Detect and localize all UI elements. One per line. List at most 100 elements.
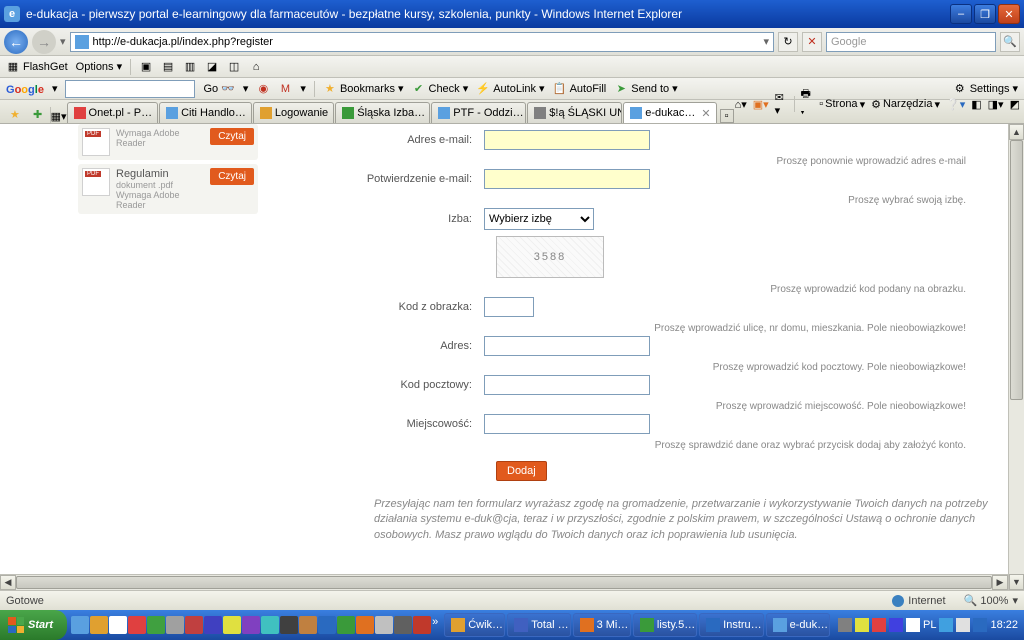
tool-x3-icon[interactable]: ◩	[1010, 98, 1020, 111]
add-favorites-icon[interactable]: ✚	[29, 105, 47, 123]
tray-bluetooth-icon[interactable]	[973, 618, 987, 632]
ql-icon[interactable]	[413, 616, 431, 634]
tray-clock[interactable]: 18:22	[990, 619, 1018, 631]
check-button[interactable]: ✔Check ▾	[412, 82, 469, 96]
refresh-button[interactable]: ↻	[778, 32, 798, 52]
taskbar-task[interactable]: 3 Mi…	[573, 613, 631, 637]
email-field[interactable]	[484, 130, 650, 150]
tab-edukacja[interactable]: e-dukac…✕	[623, 102, 716, 123]
ql-icon[interactable]	[242, 616, 260, 634]
ql-icon[interactable]	[318, 616, 336, 634]
ql-icon[interactable]	[394, 616, 412, 634]
flashget-button[interactable]: ▦FlashGet	[6, 60, 68, 74]
tray-lang[interactable]: PL	[923, 619, 936, 631]
address-field[interactable]	[484, 336, 650, 356]
gb-icon-1[interactable]: ▾	[243, 82, 249, 95]
fg-icon-1[interactable]: ▣	[139, 60, 153, 74]
back-button[interactable]: ←	[4, 30, 28, 54]
ql-icon[interactable]	[166, 616, 184, 634]
scroll-up-icon[interactable]: ▲	[1009, 124, 1024, 140]
tool-page[interactable]: ▫ Strona ▾	[819, 98, 865, 111]
minimize-button[interactable]: –	[950, 4, 972, 24]
scroll-thumb[interactable]	[1010, 140, 1023, 400]
search-box[interactable]: Google	[826, 32, 996, 52]
scroll-down-icon[interactable]: ▼	[1009, 574, 1024, 590]
tab-slaski-uni[interactable]: $!ą ŚLĄSKI UNI…	[527, 102, 622, 123]
ql-more-icon[interactable]: »	[432, 616, 438, 634]
tray-icon[interactable]	[889, 618, 903, 632]
fg-icon-5[interactable]: ◫	[227, 60, 241, 74]
read-button[interactable]: Czytaj	[210, 128, 254, 145]
scroll-right-icon[interactable]: ▶	[992, 575, 1008, 590]
ql-icon[interactable]	[71, 616, 89, 634]
scroll-thumb[interactable]	[16, 576, 992, 589]
scroll-left-icon[interactable]: ◀	[0, 575, 16, 590]
izba-select[interactable]: Wybierz izbę	[484, 208, 594, 230]
taskbar-task[interactable]: Ćwik…	[444, 613, 505, 637]
taskbar-task[interactable]: e-duk…	[766, 613, 830, 637]
tool-tools[interactable]: ⚙ Narzędzia ▾	[871, 98, 940, 111]
gb-icon-3[interactable]: ▾	[300, 82, 306, 95]
gb-icon-2[interactable]: ◉	[256, 82, 270, 96]
read-button[interactable]: Czytaj	[210, 168, 254, 185]
ql-icon[interactable]	[109, 616, 127, 634]
maximize-button[interactable]: ❐	[974, 4, 996, 24]
tray-icon[interactable]	[939, 618, 953, 632]
tab-logowanie[interactable]: Logowanie	[253, 102, 334, 123]
tray-icon[interactable]	[872, 618, 886, 632]
submit-button[interactable]: Dodaj	[496, 461, 547, 481]
tool-help-icon[interactable]: ❔▾	[946, 98, 965, 111]
vertical-scrollbar[interactable]: ▲ ▼	[1008, 124, 1024, 590]
ql-icon[interactable]	[90, 616, 108, 634]
ql-icon[interactable]	[147, 616, 165, 634]
ql-icon[interactable]	[128, 616, 146, 634]
favorites-star-icon[interactable]: ★	[6, 105, 24, 123]
tab-citi[interactable]: Citi Handlo…	[159, 102, 252, 123]
ql-icon[interactable]	[185, 616, 203, 634]
start-button[interactable]: Start	[0, 610, 67, 640]
address-input[interactable]	[93, 36, 764, 48]
ql-icon[interactable]	[204, 616, 222, 634]
search-button[interactable]: 🔍	[1000, 32, 1020, 52]
close-button[interactable]: ✕	[998, 4, 1020, 24]
taskbar-task[interactable]: Total …	[507, 613, 570, 637]
autolink-button[interactable]: ⚡AutoLink ▾	[476, 82, 544, 96]
ql-icon[interactable]	[299, 616, 317, 634]
zoom-dropdown-icon[interactable]: ▾	[1012, 594, 1018, 607]
ql-icon[interactable]	[337, 616, 355, 634]
tool-feed-icon[interactable]: ▣▾	[753, 98, 769, 111]
address-bar[interactable]: ▾	[70, 32, 774, 52]
ql-icon[interactable]	[375, 616, 393, 634]
tray-icon[interactable]	[838, 618, 852, 632]
email-confirm-field[interactable]	[484, 169, 650, 189]
stop-button[interactable]: ✕	[802, 32, 822, 52]
fg-icon-3[interactable]: ▥	[183, 60, 197, 74]
tab-close-icon[interactable]: ✕	[701, 107, 710, 120]
google-search-input[interactable]	[65, 80, 195, 98]
tool-x1-icon[interactable]: ◧	[971, 98, 981, 111]
fg-icon-2[interactable]: ▤	[161, 60, 175, 74]
tool-mail-icon[interactable]: ✉▾	[775, 91, 788, 117]
city-field[interactable]	[484, 414, 650, 434]
taskbar-task[interactable]: listy.5…	[633, 613, 697, 637]
address-dropdown-icon[interactable]: ▾	[763, 35, 769, 48]
new-tab-icon[interactable]: ▫	[720, 109, 734, 123]
ql-icon[interactable]	[356, 616, 374, 634]
gb-mail-icon[interactable]: M	[278, 82, 292, 96]
tray-icon[interactable]	[956, 618, 970, 632]
google-logo[interactable]: Google	[6, 81, 44, 96]
fg-icon-4[interactable]: ◪	[205, 60, 219, 74]
captcha-field[interactable]	[484, 297, 534, 317]
google-go-button[interactable]: Go 👓	[203, 82, 234, 95]
taskbar-task[interactable]: Instru…	[699, 613, 763, 637]
postcode-field[interactable]	[484, 375, 650, 395]
ql-icon[interactable]	[280, 616, 298, 634]
horizontal-scrollbar[interactable]: ◀ ▶	[0, 574, 1008, 590]
nav-dropdown-icon[interactable]: ▾	[60, 35, 66, 48]
tab-ptf[interactable]: PTF - Oddzi…	[431, 102, 526, 123]
tray-icon[interactable]	[906, 618, 920, 632]
bookmarks-button[interactable]: ★Bookmarks▾	[323, 82, 404, 96]
ql-icon[interactable]	[223, 616, 241, 634]
tabgroup-icon[interactable]: ▦▾	[52, 109, 66, 123]
fg-home-icon[interactable]: ⌂	[249, 60, 263, 74]
